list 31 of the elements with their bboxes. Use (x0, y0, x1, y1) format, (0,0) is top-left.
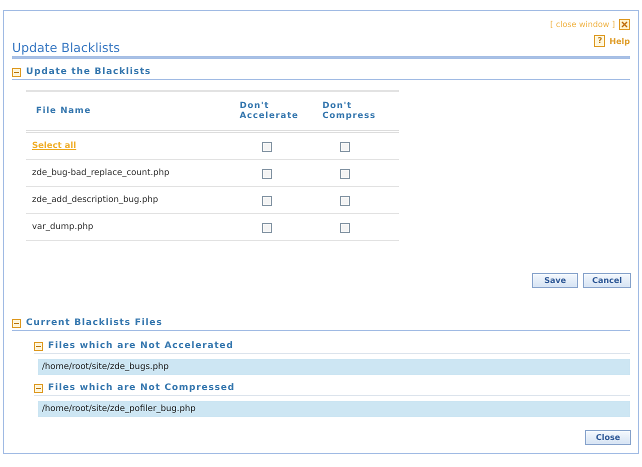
help-icon: ? (594, 35, 606, 47)
collapse-icon[interactable] (12, 318, 21, 328)
checkbox[interactable] (340, 222, 350, 232)
section-title: Current Blacklists Files (26, 318, 162, 328)
section-title: Update the Blacklists (26, 67, 152, 77)
column-header: Don't Compress (322, 101, 377, 121)
collapse-icon[interactable] (34, 342, 43, 350)
subsection-title: Files which are Not Compressed (48, 383, 235, 393)
cancel-button[interactable]: Cancel (583, 273, 631, 288)
file-name: zde_bug-bad_replace_count.php (32, 168, 170, 178)
help-link[interactable]: ? Help (594, 35, 630, 47)
checkbox[interactable] (340, 168, 350, 178)
checkbox[interactable] (262, 222, 272, 232)
checkbox[interactable] (262, 196, 272, 206)
file-name: zde_add_description_bug.php (32, 195, 158, 205)
checkbox[interactable] (340, 142, 350, 152)
checkbox[interactable] (340, 196, 350, 206)
column-header: Don't Accelerate (240, 101, 300, 121)
page-title: Update Blacklists (12, 40, 120, 55)
file-name: var_dump.php (32, 222, 94, 232)
subsection-title: Files which are Not Accelerated (48, 341, 234, 351)
file-path-row: /home/root/site/zde_bugs.php (38, 359, 630, 375)
file-path-row: /home/root/site/zde_pofiler_bug.php (38, 401, 630, 417)
collapse-icon[interactable] (12, 68, 21, 76)
save-button[interactable]: Save (532, 273, 578, 288)
close-icon[interactable] (619, 18, 630, 30)
close-button[interactable]: Close (585, 430, 631, 445)
checkbox[interactable] (262, 142, 272, 152)
collapse-icon[interactable] (34, 384, 43, 392)
checkbox[interactable] (262, 168, 272, 178)
column-header: File Name (36, 106, 92, 116)
